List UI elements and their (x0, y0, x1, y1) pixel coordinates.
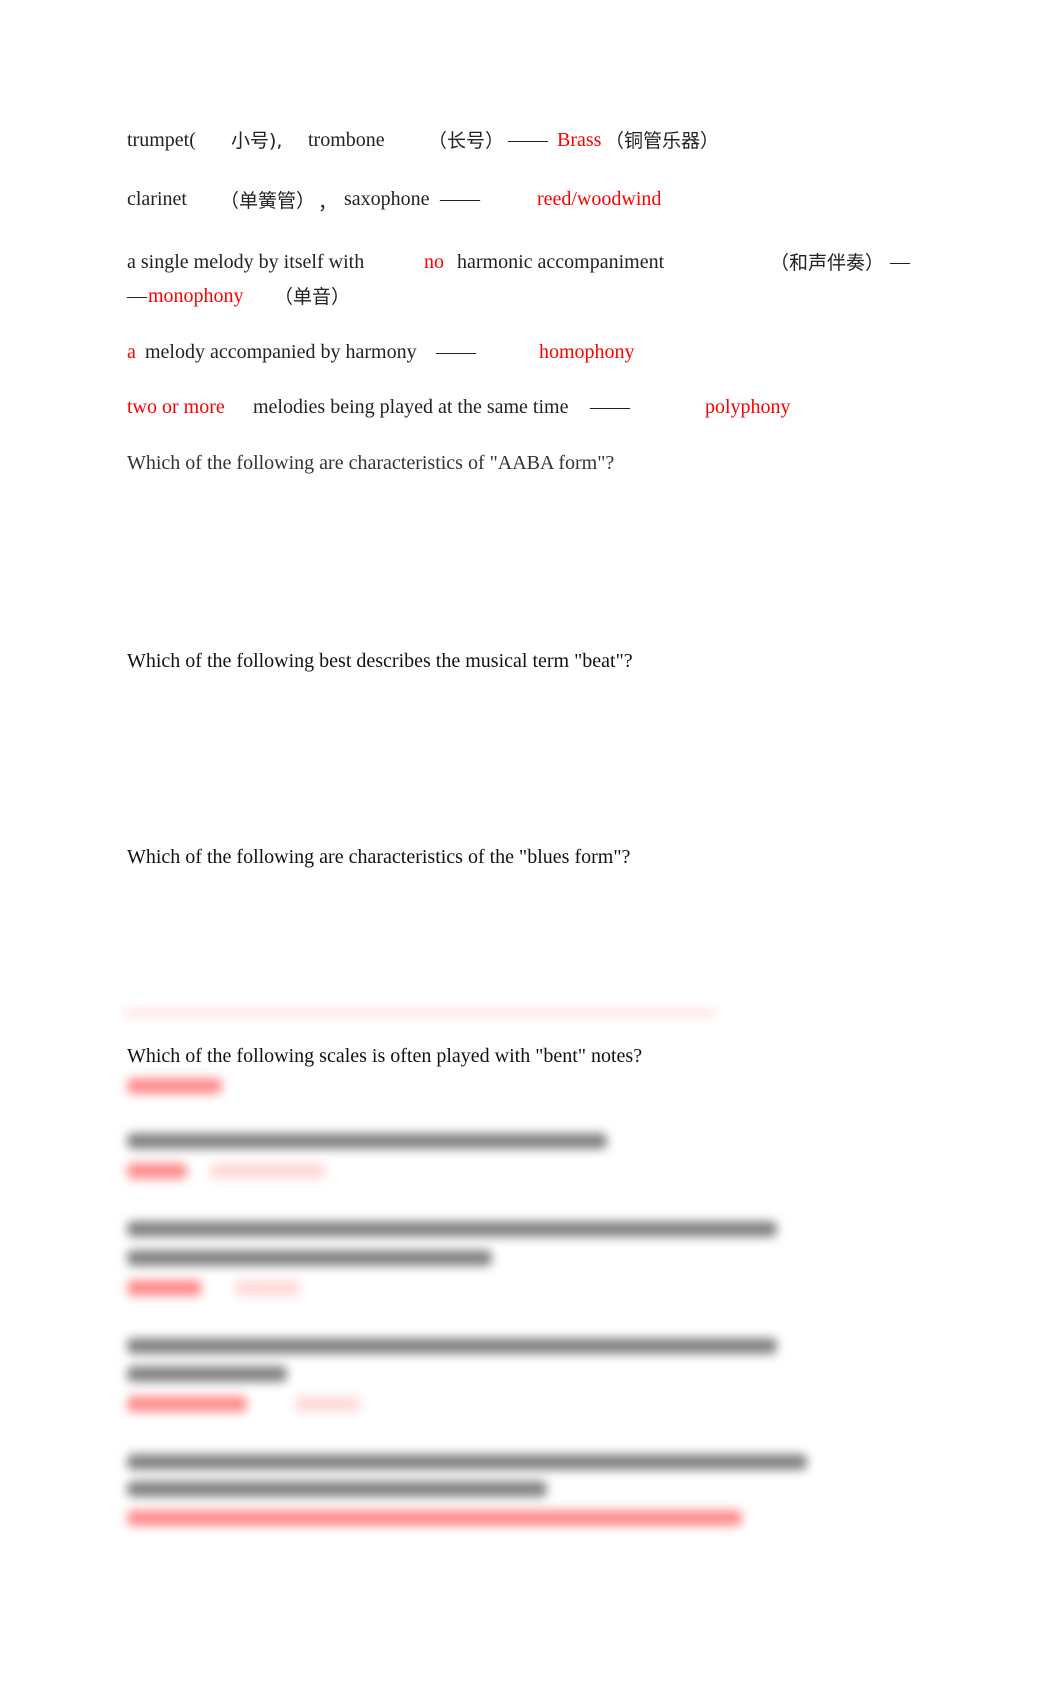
term-trumpet-cn: 小号), (231, 130, 283, 152)
monophony-definition: a single melody by itself with (127, 251, 365, 273)
question-aaba-form: Which of the following are characteristi… (127, 452, 615, 474)
answer-polyphony: polyphony (705, 396, 791, 418)
term-trumpet: trumpet( (127, 129, 196, 151)
answer-monophony: monophony (148, 285, 244, 307)
homophony-definition: melody accompanied by harmony (145, 341, 417, 363)
answer-monophony-cn: （单音） (274, 286, 351, 308)
harmonic-accompaniment-cn: （和声伴奏） (770, 252, 885, 274)
monophony-definition-cont: harmonic accompaniment (457, 251, 665, 273)
comma: ， (318, 192, 338, 214)
answer-two-or-more: two or more (127, 396, 225, 418)
term-trombone-cn: （长号） (428, 130, 505, 152)
question-beat: Which of the following best describes th… (127, 650, 633, 672)
question-bent-notes: Which of the following scales is often p… (127, 1045, 643, 1067)
dash: —— (440, 188, 480, 210)
term-clarinet: clarinet (127, 188, 187, 210)
term-trombone: trombone (308, 129, 385, 151)
dash: — (890, 251, 910, 273)
dash: —— (436, 341, 476, 363)
article-a: a (127, 341, 136, 363)
answer-brass: Brass (557, 129, 602, 151)
answer-brass-cn: （铜管乐器） (605, 130, 720, 152)
keyword-no: no (424, 251, 444, 273)
term-clarinet-cn: （单簧管） (220, 190, 316, 212)
answer-reed-woodwind: reed/woodwind (537, 188, 662, 210)
question-blues-form: Which of the following are characteristi… (127, 846, 631, 868)
term-saxophone: saxophone (344, 188, 430, 210)
polyphony-definition: melodies being played at the same time (253, 396, 569, 418)
dash: —— (508, 129, 548, 151)
answer-homophony: homophony (539, 341, 635, 363)
dash: — (127, 285, 147, 307)
dash: —— (590, 396, 630, 418)
blurred-content (125, 1010, 715, 1016)
